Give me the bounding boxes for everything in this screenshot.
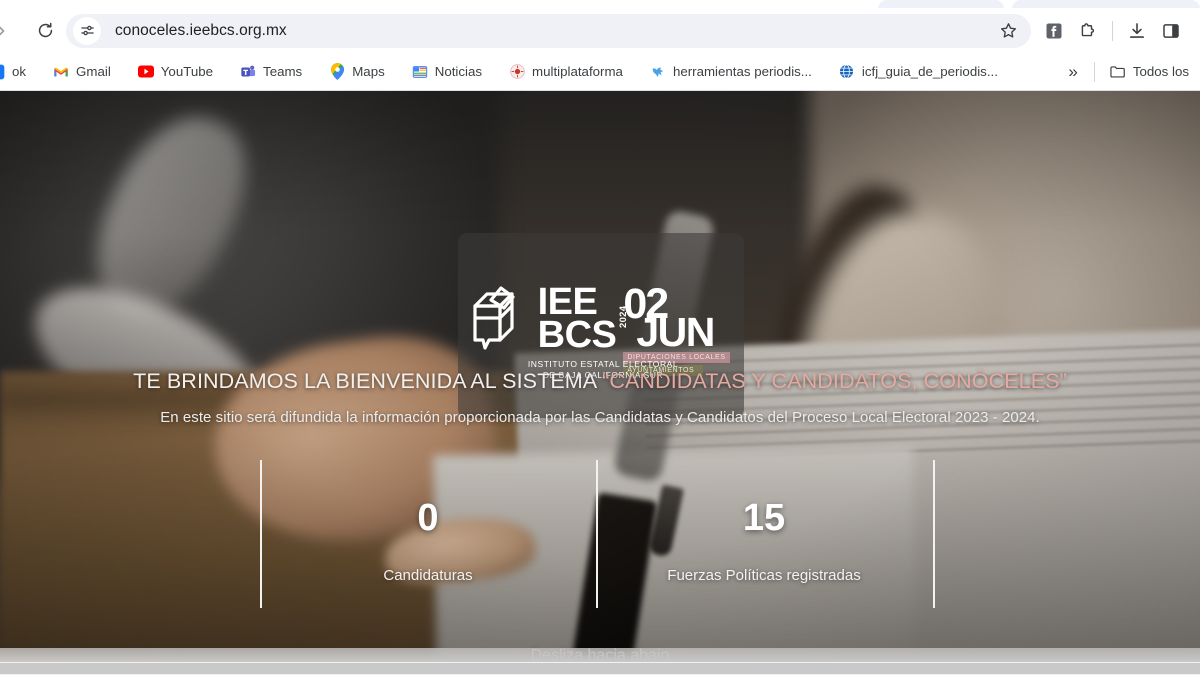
facebook-extension-icon <box>1046 23 1062 38</box>
stat-label: Candidaturas <box>383 567 473 584</box>
blue-bird-icon <box>650 64 666 80</box>
bookmarks-overflow-button[interactable]: » <box>1060 62 1085 82</box>
hero-headline-quoted: “CANDIDATAS Y CANDIDATOS, CONÓCELES” <box>602 369 1067 393</box>
bookmark-label: Teams <box>263 64 303 79</box>
election-month: JUN <box>636 308 715 355</box>
multiplataforma-icon <box>509 64 525 80</box>
folder-icon <box>1110 64 1126 80</box>
stat-candidaturas: 0 Candidaturas <box>260 460 596 584</box>
horizontal-scrollbar[interactable] <box>0 661 1200 675</box>
bookmark-label: Maps <box>352 64 385 79</box>
page-bottom-overlay <box>0 648 1200 661</box>
site-settings-button[interactable] <box>73 16 101 45</box>
extensions-button[interactable] <box>1071 14 1105 48</box>
all-bookmarks-button[interactable]: Todos los <box>1103 59 1196 85</box>
browser-toolbar: conoceles.ieebcs.org.mx <box>0 8 1200 53</box>
bookmarks-divider <box>1093 61 1095 82</box>
reload-icon <box>38 22 52 38</box>
stat-value: 15 <box>742 497 786 539</box>
bookmark-label: icfj_guia_de_periodis... <box>861 64 998 79</box>
bookmark-item-teams[interactable]: Teams <box>233 59 309 85</box>
bookmark-item-herramientas[interactable]: herramientas periodis... <box>643 59 819 85</box>
bookmark-item-icfj[interactable]: icfj_guia_de_periodis... <box>832 59 1005 85</box>
google-news-icon <box>412 64 428 80</box>
downloads-button[interactable] <box>1120 14 1154 48</box>
forward-button[interactable] <box>0 14 18 48</box>
side-panel-button[interactable] <box>1154 14 1188 48</box>
bookmark-item-facebook[interactable]: ok <box>0 59 33 85</box>
url-text[interactable]: conoceles.ieebcs.org.mx <box>115 22 993 40</box>
tune-settings-icon <box>80 25 94 36</box>
globe-icon <box>839 64 855 80</box>
teams-icon <box>240 64 256 80</box>
stat-value: 0 <box>417 497 439 539</box>
facebook-icon <box>0 64 5 80</box>
logo-acronym-line-2: BCS <box>537 313 617 356</box>
address-bar[interactable]: conoceles.ieebcs.org.mx <box>66 13 1031 48</box>
bookmark-item-gmail[interactable]: Gmail <box>46 59 118 85</box>
hero-stats: 0 Candidaturas 15 Fuerzas Políticas regi… <box>0 460 1200 610</box>
stat-divider-right <box>933 460 935 608</box>
facebook-extension-button[interactable] <box>1037 14 1071 48</box>
bookmark-label: Noticias <box>434 64 483 79</box>
extensions-puzzle-icon <box>1081 22 1095 36</box>
scrollbar-thumb[interactable] <box>0 663 1200 674</box>
gmail-icon <box>53 64 69 80</box>
iee-logo: IEE BCS <box>469 276 617 358</box>
hero-headline: TE BRINDAMOS LA BIENVENIDA AL SISTEMA “C… <box>0 369 1200 394</box>
hero-headline-prefix: TE BRINDAMOS LA BIENVENIDA AL SISTEMA <box>133 369 603 393</box>
stat-label: Fuerzas Políticas registradas <box>667 567 861 584</box>
side-panel-icon <box>1163 23 1179 38</box>
bookmark-label: Gmail <box>76 64 111 79</box>
bookmark-label: herramientas periodis... <box>672 64 812 79</box>
bookmark-item-youtube[interactable]: YouTube <box>131 59 220 85</box>
election-year: 2024 <box>618 305 630 328</box>
downloads-icon <box>1129 22 1145 38</box>
bookmark-label: ok <box>12 64 27 79</box>
bookmark-item-maps[interactable]: Maps <box>322 59 392 85</box>
web-page-viewport: IEE BCS 02 2024 JUN DIPUTACIONES LOCALES… <box>0 91 1200 661</box>
bookmark-item-multiplataforma[interactable]: multiplataforma <box>502 59 630 85</box>
arrow-forward-icon <box>0 25 5 36</box>
ballot-box-icon <box>469 284 532 358</box>
bookmark-button[interactable] <box>993 16 1023 46</box>
all-bookmarks-label: Todos los <box>1132 64 1189 79</box>
maps-pin-icon <box>329 63 345 80</box>
star-icon <box>1000 23 1016 38</box>
reload-button[interactable] <box>28 14 62 48</box>
tab-strip <box>0 0 1200 9</box>
hero-subheadline: En este sitio será difundida la informac… <box>160 409 1040 426</box>
bookmark-label: YouTube <box>160 64 214 79</box>
bookmark-label: multiplataforma <box>532 64 623 79</box>
youtube-icon <box>137 64 154 80</box>
bookmarks-bar: ok Gmail YouTube Teams Maps Noticias mul… <box>0 53 1200 91</box>
browser-window: conoceles.ieebcs.org.mx ok Gmail YouTube… <box>0 0 1200 675</box>
stat-fuerzas-politicas: 15 Fuerzas Políticas registradas <box>596 460 932 584</box>
bookmark-item-noticias[interactable]: Noticias <box>405 59 489 85</box>
toolbar-divider <box>1112 20 1113 41</box>
